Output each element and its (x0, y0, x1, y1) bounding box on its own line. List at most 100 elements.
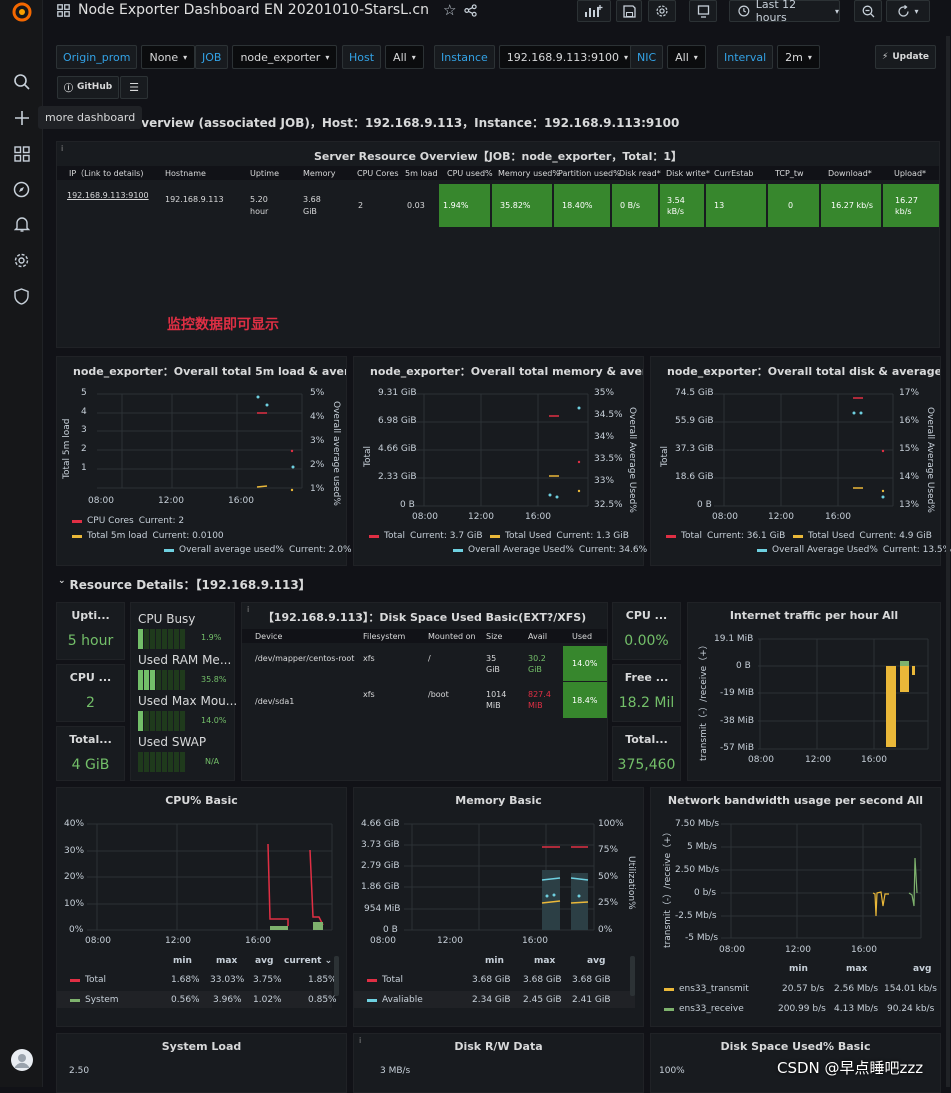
y2-tick: 100% (598, 819, 624, 829)
var-interval[interactable]: Interval 2m ▾ (717, 45, 820, 69)
legend-max: 2.45 GiB (523, 995, 562, 1005)
bar-cells (138, 629, 186, 649)
col-header[interactable]: Filesystem (363, 631, 405, 642)
legend-col-header[interactable]: max (846, 964, 867, 974)
legend-item[interactable]: CPU Cores Current: 2 (72, 516, 184, 526)
col-header[interactable]: Size (486, 631, 502, 642)
legend-item[interactable]: Total Used Current: 4.9 GiB (793, 531, 932, 541)
legend-item[interactable]: Total Used Current: 1.3 GiB (490, 531, 629, 541)
legend-col-header[interactable]: avg (913, 964, 931, 974)
menu-button[interactable]: ☰ (120, 75, 148, 99)
github-link[interactable]: ⓘ GitHub (57, 75, 120, 99)
shield-icon[interactable] (0, 284, 43, 308)
col-header[interactable]: Disk write* (666, 168, 710, 179)
legend-col-header[interactable]: avg (587, 956, 605, 966)
cycle-view-button[interactable] (689, 0, 717, 22)
search-icon[interactable] (0, 70, 43, 94)
avatar[interactable] (0, 1048, 43, 1072)
col-header[interactable]: Used (572, 631, 592, 642)
legend-col-header[interactable]: current ⌄ (284, 956, 332, 966)
page-title[interactable]: Node Exporter Dashboard EN 20201010-Star… (78, 2, 429, 18)
col-header[interactable]: Mounted on (428, 631, 476, 642)
var-origin-select[interactable]: None ▾ (141, 45, 196, 69)
x-tick: 08:00 (370, 936, 396, 946)
col-header[interactable]: 5m load (405, 168, 438, 179)
stat-uptime: Upti... 5 hour (56, 602, 125, 660)
refresh-button[interactable]: ▾ (886, 0, 930, 22)
col-header[interactable]: Device (255, 631, 282, 642)
col-header[interactable]: CPU Cores (357, 168, 399, 179)
var-instance-select[interactable]: 192.168.9.113:9100 ▾ (498, 45, 636, 69)
col-header[interactable]: Download* (828, 168, 872, 179)
legend-col-header[interactable]: max (216, 956, 237, 966)
col-header[interactable]: TCP_tw (775, 168, 804, 179)
var-job-select[interactable]: node_exporter ▾ (232, 45, 338, 69)
gear-icon[interactable] (0, 248, 43, 272)
var-nic-select[interactable]: All ▾ (667, 45, 706, 69)
legend-col-header[interactable]: max (534, 956, 555, 966)
system-load-panel: System Load 2.50 (56, 1033, 347, 1093)
scrollbar[interactable] (630, 956, 635, 996)
legend-col-header[interactable]: avg (255, 956, 273, 966)
add-panel-button[interactable] (577, 0, 611, 22)
y-tick: 7.50 Mb/s (675, 819, 720, 829)
scrollbar[interactable] (334, 956, 339, 996)
section-resource-details[interactable]: ⌄ Resource Details：【192.168.9.113】 (58, 576, 311, 593)
panel-info-icon[interactable]: i (61, 144, 63, 153)
y2-axis-label: Overall Average Used% (627, 407, 637, 513)
ip-link[interactable]: 192.168.9.113:9100 (67, 190, 149, 201)
var-host-select[interactable]: All ▾ (385, 45, 424, 69)
chevron-down-icon: ▾ (411, 52, 416, 62)
explore-icon[interactable] (0, 177, 43, 201)
save-button[interactable] (616, 0, 642, 22)
y-tick: -5 Mb/s (685, 933, 719, 943)
legend-max: 3.68 GiB (523, 975, 562, 985)
star-icon[interactable]: ☆ (443, 1, 456, 19)
legend-col-header[interactable]: min (485, 956, 504, 966)
share-icon[interactable] (464, 3, 478, 17)
dashboards-icon[interactable] (0, 142, 43, 166)
var-instance[interactable]: Instance 192.168.9.113:9100 ▾ (434, 45, 636, 69)
legend-item[interactable]: Total 5m load Current: 0.0100 (72, 531, 224, 541)
var-job[interactable]: JOB node_exporter ▾ (195, 45, 338, 69)
col-header[interactable]: CPU used% (447, 168, 493, 179)
update-button[interactable]: ⚡ Update (875, 45, 937, 69)
legend-item[interactable]: Total Current: 36.1 GiB (666, 531, 785, 541)
legend-swatch (367, 998, 377, 1002)
col-header[interactable]: Partition used% (558, 168, 621, 179)
plus-icon[interactable] (0, 106, 43, 130)
stat-title: CPU ... (69, 671, 112, 684)
legend-item[interactable]: Overall Average Used% Current: 13.5% (757, 545, 951, 555)
page-scrollbar[interactable] (946, 36, 950, 1087)
cell-disk-write-value: 3.54 (667, 195, 685, 205)
time-range-label: Last 12 hours (755, 0, 797, 24)
grafana-logo-icon[interactable] (0, 0, 43, 24)
col-header[interactable]: Disk read* (619, 168, 661, 179)
legend-col-header[interactable]: min (173, 956, 192, 966)
col-header[interactable]: Hostname (165, 168, 206, 179)
col-header[interactable]: Memory (303, 168, 336, 179)
legend-item[interactable]: Total Current: 3.7 GiB (369, 531, 483, 541)
col-header[interactable]: Avail (528, 631, 547, 642)
col-header[interactable]: Uptime (250, 168, 279, 179)
bell-icon[interactable] (0, 212, 43, 236)
refresh-icon (898, 4, 910, 17)
legend-item[interactable]: Overall Average Used% Current: 34.6% (453, 545, 647, 555)
var-nic[interactable]: NIC All ▾ (630, 45, 706, 69)
legend-name: ens33_transmit (679, 984, 749, 994)
section-overview-title[interactable]: overview (associated JOB)，Host：192.168.9… (133, 114, 679, 131)
col-header[interactable]: CurrEstab (714, 168, 753, 179)
var-interval-select[interactable]: 2m ▾ (777, 45, 820, 69)
chevron-down-icon: ▾ (325, 52, 330, 62)
legend-item[interactable]: Overall average used% Current: 2.0% (164, 545, 352, 555)
legend-col-header[interactable]: min (789, 964, 808, 974)
zoom-out-button[interactable] (854, 0, 882, 22)
time-picker[interactable]: Last 12 hours ▾ (729, 0, 840, 24)
var-origin[interactable]: Origin_prom None ▾ (56, 45, 196, 69)
col-header[interactable]: IP（Link to details) (69, 168, 143, 179)
col-header[interactable]: Upload* (894, 168, 926, 179)
col-header[interactable]: Memory used% (498, 168, 560, 179)
var-job-label: JOB (195, 45, 229, 69)
var-host[interactable]: Host All ▾ (342, 45, 424, 69)
settings-button[interactable] (648, 0, 676, 22)
